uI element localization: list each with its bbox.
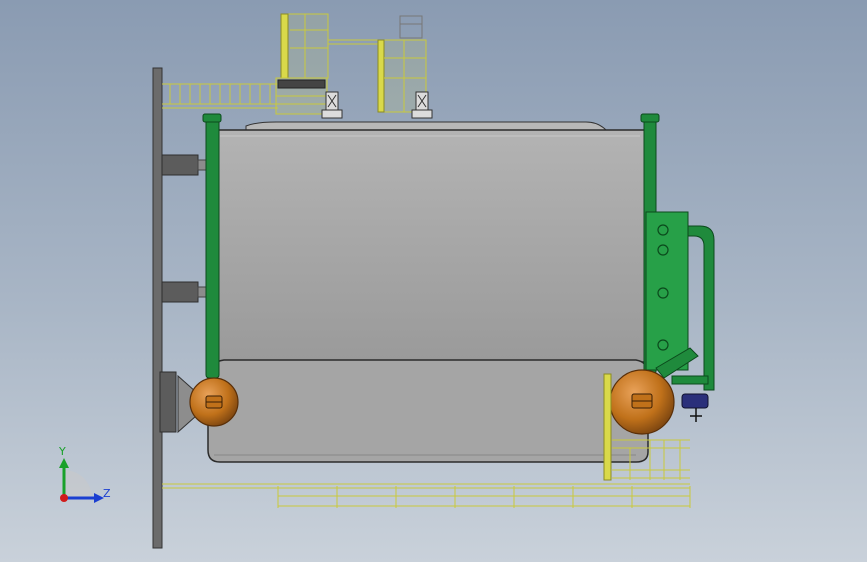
blowdown-valve xyxy=(681,393,709,422)
boiler-model-drawing[interactable]: Y Z xyxy=(0,0,867,562)
top-left-walkway xyxy=(162,83,278,109)
top-valves xyxy=(321,91,433,119)
z-axis-label: Z xyxy=(103,487,111,500)
x-axis-origin xyxy=(60,494,68,502)
coordinate-triad: Y Z xyxy=(58,445,111,503)
bottom-walkway xyxy=(162,483,691,508)
boiler-upper-shell xyxy=(213,121,647,363)
left-frame-column xyxy=(152,67,209,549)
y-axis-arrowhead xyxy=(59,458,69,468)
boiler-lower-drum xyxy=(207,359,649,463)
right-mud-drum xyxy=(609,369,675,435)
cad-viewport[interactable]: Y Z xyxy=(0,0,867,562)
y-axis-label: Y xyxy=(58,445,66,458)
